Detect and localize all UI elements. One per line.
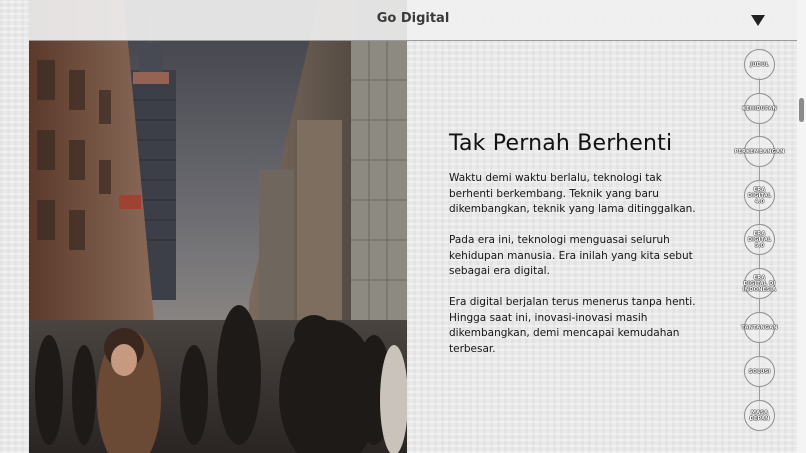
paragraph-2: Pada era ini, teknologi menguasai seluru… xyxy=(449,234,693,278)
nav-item-judul[interactable]: JUDUL xyxy=(744,49,775,80)
nav-label: KEHIDUPAN xyxy=(742,105,777,112)
vertical-scrollbar[interactable] xyxy=(797,0,806,453)
section-nav: JUDUL KEHIDUPAN PERKEMBANGAN ERA DIGITAL… xyxy=(734,46,785,453)
scrollbar-thumb[interactable] xyxy=(799,98,804,122)
nav-label: SOLUSI xyxy=(748,368,771,375)
nav-label: TANTANGAN xyxy=(741,324,778,331)
site-title: Go Digital xyxy=(376,11,450,26)
nav-label: PERKEMBANGAN xyxy=(734,148,785,155)
nav-label: ERA DIGITAL DI INDONESIA xyxy=(742,274,777,293)
nav-item-era-digital-5[interactable]: ERA DIGITAL 5.0 xyxy=(744,224,775,255)
nav-item-kehidupan[interactable]: KEHIDUPAN xyxy=(742,93,777,124)
paragraph-1: Waktu demi waktu berlalu, teknologi tak … xyxy=(449,172,696,216)
nav-item-era-digital-4[interactable]: ERA DIGITAL 4.0 xyxy=(744,180,775,211)
top-bar: Go Digital xyxy=(29,0,797,41)
nav-item-masa-depan[interactable]: MASA DEPAN xyxy=(744,400,775,431)
city-street-photo xyxy=(29,0,407,453)
nav-label: MASA DEPAN xyxy=(749,409,770,422)
nav-label: ERA DIGITAL 4.0 xyxy=(747,186,772,205)
nav-item-perkembangan[interactable]: PERKEMBANGAN xyxy=(734,136,785,167)
nav-item-tantangan[interactable]: TANTANGAN xyxy=(741,312,778,343)
nav-item-era-digital-indonesia[interactable]: ERA DIGITAL DI INDONESIA xyxy=(742,268,777,299)
nav-item-solusi[interactable]: SOLUSI xyxy=(744,356,775,387)
nav-label: JUDUL xyxy=(750,61,769,68)
paragraph-3: Era digital berjalan terus menerus tanpa… xyxy=(449,296,696,356)
caret-down-icon[interactable] xyxy=(751,15,765,26)
section-heading: Tak Pernah Berhenti xyxy=(449,131,673,156)
nav-label: ERA DIGITAL 5.0 xyxy=(747,230,772,249)
